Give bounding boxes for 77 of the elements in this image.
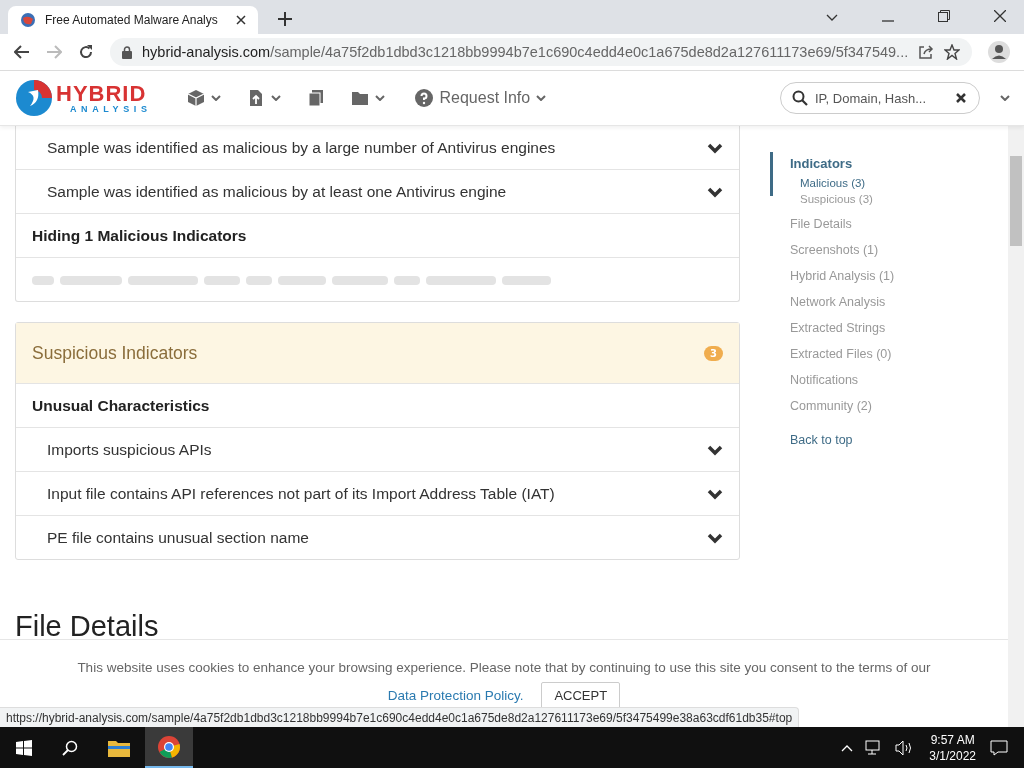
chevron-up-icon[interactable] [841,743,854,752]
sidebar-item[interactable]: Notifications [770,373,1000,387]
section-heading: File Details [15,610,160,643]
sidebar-item[interactable]: Extracted Strings [770,321,1000,335]
sidebar-item[interactable]: Network Analysis [770,295,1000,309]
cube-icon [187,89,206,107]
sidebar-item[interactable]: Screenshots (1) [770,243,1000,257]
sidebar-item[interactable]: Malicious (3) [770,177,1000,189]
search-icon[interactable] [62,739,78,756]
cookie-message: This website uses cookies to enhance your browsing experience. Please note that by continuing to use this site you consent to the terms of our [76,659,932,677]
accept-button[interactable]: ACCEPT [541,682,621,709]
chevron-down-icon[interactable] [826,14,838,22]
question-icon [415,89,434,107]
chevron-down-icon [707,531,723,544]
card-header[interactable]: Suspicious Indicators 3 [16,323,739,383]
active-indicator [770,152,773,196]
logo-text[interactable]: HYBRID [56,82,152,105]
close-icon[interactable] [994,10,1006,22]
sidebar-item[interactable]: File Details [770,217,1000,231]
chevron-down-icon [707,487,723,500]
indicator-row[interactable]: Input file contains API references not part of its Import Address Table (IAT) [16,471,739,515]
plus-icon[interactable] [278,12,292,26]
policy-link[interactable]: Data Protection Policy. [387,688,524,703]
caret-icon [536,95,547,101]
notification-icon[interactable] [990,739,1008,756]
copy-icon [307,89,326,107]
request-info-menu[interactable]: Request Info [405,89,557,107]
clock-time[interactable]: 9:57 AM [930,731,975,748]
scrollbar-thumb[interactable] [1010,156,1022,246]
search-field[interactable]: IP, Domain, Hash... [780,82,980,114]
count-badge: 3 [704,345,723,361]
browser-icon [158,735,180,758]
indicator-row[interactable]: Sample was identified as malicious by a large number of Antivirus engines [16,126,739,169]
caret-icon[interactable] [1000,95,1010,101]
status-url: https://hybrid-analysis.com/sample/4a75f2db1dbd3c1218bb9994b7e1c690c4edd4e0c1a675de8d2a127611173e69/5f3475499e38a63cdf61db35#top [0,707,800,727]
restore-icon[interactable] [938,10,950,22]
lock-icon [122,45,132,59]
indicator-row[interactable]: Imports suspicious APIs [16,427,739,471]
speaker-icon[interactable] [895,739,914,756]
sidebar-item[interactable]: Community (2) [770,399,1000,413]
caret-icon [211,95,222,101]
scrollbar[interactable] [1008,126,1024,727]
url-text: hybrid-analysis.com/sample/4a75f2db1dbd3c1218bb9994b7e1c690c4edd4e0c1a675de8d2a127611173e69/5f347549... [142,44,909,60]
group-heading: Hiding 1 Malicious Indicators [32,226,247,245]
indicator-row[interactable]: Sample was identified as malicious by at least one Antivirus engine [16,169,739,213]
indicator-row[interactable]: PE file contains unusual section name [16,515,739,559]
sidebar-item[interactable]: Extracted Files (0) [770,347,1000,361]
browser-tab[interactable]: Free Automated Malware Analys [8,6,258,34]
forward-arrow-icon [46,45,62,59]
address-field[interactable]: hybrid-analysis.com/sample/4a75f2db1dbd3c1218bb9994b7e1c690c4edd4e0c1a675de8d2a127611173e69/5f347549... [110,38,973,66]
logo-text[interactable]: ANALYSIS [56,104,152,114]
folder-icon[interactable] [108,738,130,757]
caret-icon [375,95,386,101]
caret-icon [271,95,282,101]
reload-icon[interactable] [78,44,94,60]
chevron-down-icon [707,141,723,154]
browser-taskbar-button[interactable] [145,727,193,768]
back-to-top-link[interactable]: Back to top [770,433,1000,447]
sidebar-item[interactable]: Hybrid Analysis (1) [770,269,1000,283]
clear-icon[interactable] [956,93,966,103]
globe-icon [20,12,36,28]
back-arrow-icon[interactable] [14,45,30,59]
sidebar-item[interactable]: Suspicious (3) [770,193,1000,205]
share-icon[interactable] [918,44,935,60]
avatar-icon[interactable] [988,41,1011,63]
tab-title: Free Automated Malware Analys [45,13,219,27]
search-icon [792,90,808,106]
folder-icon [351,89,370,107]
clock-date[interactable]: 3/1/2022 [929,747,976,764]
logo-icon[interactable] [14,78,54,118]
sidebar-item[interactable]: Indicators [770,156,1000,171]
chevron-down-icon [707,443,723,456]
windows-icon[interactable] [16,739,32,756]
close-icon[interactable] [236,15,246,25]
chevron-down-icon [707,185,723,198]
group-heading: Unusual Characteristics [32,396,210,415]
star-icon[interactable] [944,44,961,60]
